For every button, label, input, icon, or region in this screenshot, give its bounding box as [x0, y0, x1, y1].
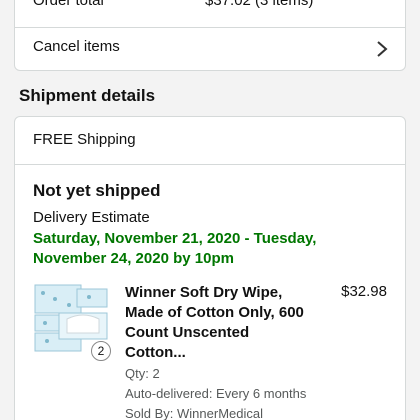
order-total-row: Order total $37.02 (3 items): [33, 0, 387, 12]
order-total-label: Order total: [33, 0, 104, 9]
cancel-items-label: Cancel items: [33, 38, 120, 55]
quantity-badge: 2: [91, 341, 111, 361]
order-total-value: $37.02 (3 items): [205, 0, 314, 9]
divider: [15, 164, 405, 165]
product-quantity: Qty: 2: [125, 366, 160, 381]
shipment-status: Not yet shipped: [33, 181, 161, 200]
delivery-estimate-label: Delivery Estimate: [33, 209, 150, 226]
product-title-link[interactable]: Winner Soft Dry Wipe, Made of Cotton Onl…: [125, 283, 305, 363]
auto-delivery-info: Auto-delivered: Every 6 months: [125, 386, 307, 401]
product-price: $32.98: [341, 283, 387, 300]
delivery-estimate-date: Saturday, November 21, 2020 - Tuesday, N…: [33, 230, 317, 267]
shipment-card: FREE Shipping Not yet shipped Delivery E…: [14, 116, 406, 420]
cancel-items-row[interactable]: Cancel items: [15, 28, 405, 72]
shipment-details-heading: Shipment details: [19, 86, 156, 105]
order-summary-card: Order total $37.02 (3 items) Cancel item…: [14, 0, 406, 71]
seller-info: Sold By: WinnerMedical: [125, 406, 263, 420]
chevron-right-icon: [377, 41, 388, 57]
shipping-type: FREE Shipping: [33, 131, 136, 148]
